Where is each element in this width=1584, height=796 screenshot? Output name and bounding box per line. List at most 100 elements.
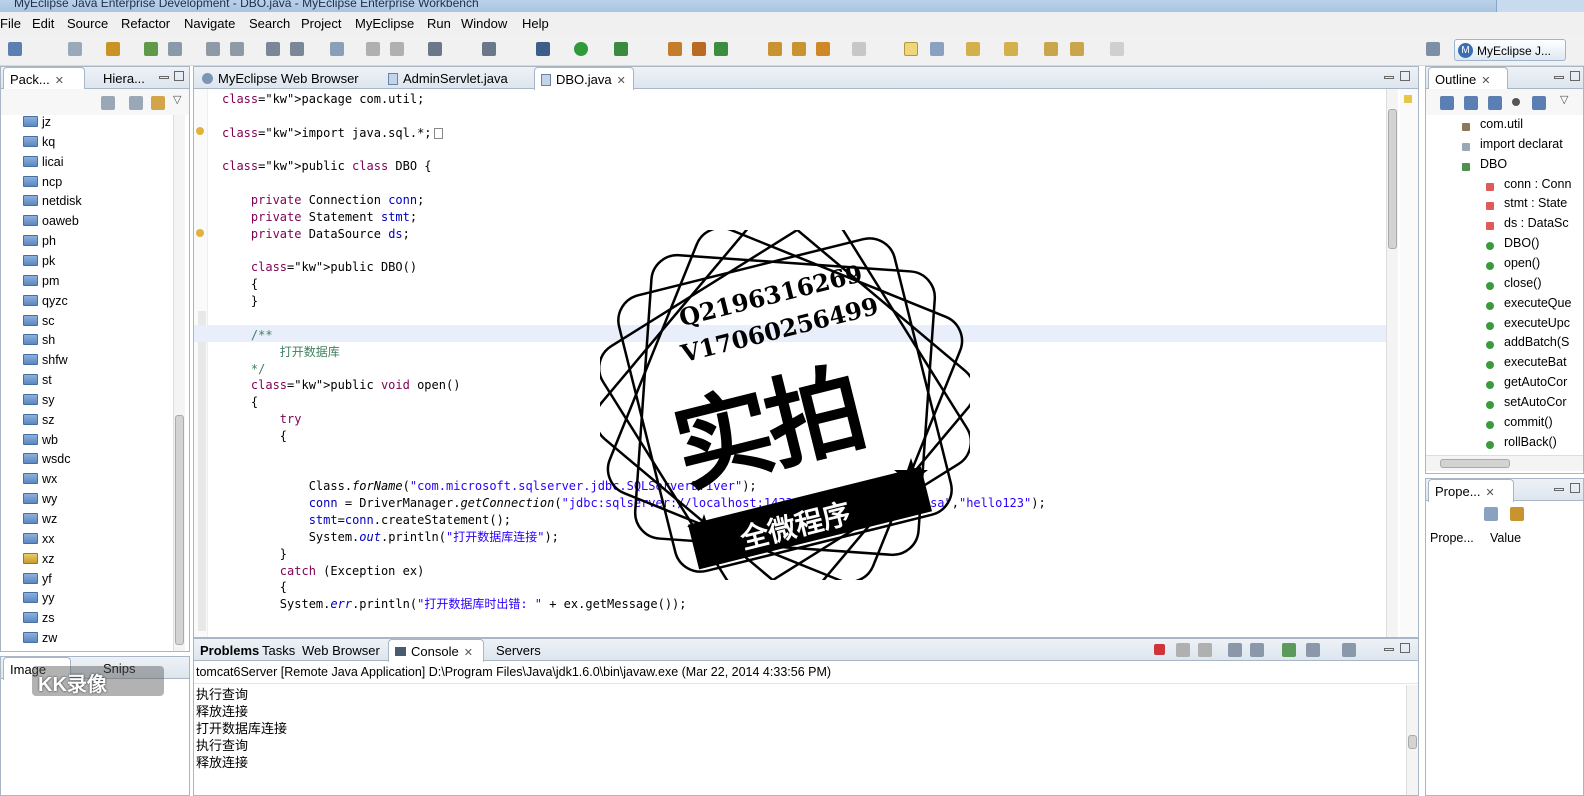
code-line[interactable]: [222, 310, 1046, 327]
code-line[interactable]: [222, 243, 1046, 260]
code-line[interactable]: class="kw">public DBO(): [222, 259, 1046, 276]
close-icon[interactable]: ✕: [1486, 487, 1495, 499]
maximize-icon[interactable]: [1570, 71, 1580, 81]
clear-console-icon[interactable]: [1228, 643, 1242, 657]
code-line[interactable]: class="kw">public class DBO {: [222, 158, 1046, 175]
code-line[interactable]: */: [222, 361, 1046, 378]
code-line[interactable]: stmt=conn.createStatement();: [222, 512, 1046, 529]
scroll-lock-icon[interactable]: [1250, 643, 1264, 657]
forward-icon[interactable]: [1070, 42, 1084, 56]
hide-local-types-icon[interactable]: [1532, 96, 1546, 110]
code-line[interactable]: [222, 108, 1046, 125]
outline-item[interactable]: addBatch(S: [1504, 335, 1569, 349]
menu-help[interactable]: Help: [522, 16, 549, 31]
close-icon[interactable]: ✕: [464, 647, 473, 659]
outline-item[interactable]: setAutoCor: [1504, 395, 1567, 409]
outline-item[interactable]: executeUpc: [1504, 316, 1570, 330]
tab-tasks[interactable]: Tasks: [256, 639, 301, 661]
open-resource-icon[interactable]: [482, 42, 496, 56]
outline-item[interactable]: ds : DataSc: [1504, 216, 1569, 230]
editor-scrollbar-thumb[interactable]: [1388, 109, 1397, 249]
new-package-icon[interactable]: [692, 42, 706, 56]
tab-web-browser[interactable]: MyEclipse Web Browser: [196, 67, 365, 89]
code-line[interactable]: {: [222, 276, 1046, 293]
deploy-icon[interactable]: [106, 42, 120, 56]
package-item[interactable]: pk: [23, 254, 55, 274]
menu-edit[interactable]: Edit: [32, 16, 54, 31]
properties-col-property[interactable]: Prope...: [1430, 531, 1474, 545]
tab-console[interactable]: Console ✕: [388, 639, 484, 662]
show-whitespace-icon[interactable]: [930, 42, 944, 56]
terminate-icon[interactable]: [1154, 644, 1165, 655]
hide-static-icon[interactable]: [1488, 96, 1502, 110]
menu-window[interactable]: Window: [461, 16, 507, 31]
save-icon[interactable]: [68, 42, 82, 56]
code-line[interactable]: {: [222, 428, 1046, 445]
outline-item[interactable]: executeQue: [1504, 296, 1571, 310]
package-item[interactable]: yy: [23, 591, 55, 611]
code-line[interactable]: class="kw">package com.util;: [222, 91, 1046, 108]
maximize-icon[interactable]: [1570, 483, 1580, 493]
link-editor-icon[interactable]: [151, 96, 165, 110]
forward-disabled-icon[interactable]: [1110, 42, 1124, 56]
toggle-mark-icon[interactable]: [904, 42, 918, 56]
code-line[interactable]: class="kw">import java.sql.*;: [222, 125, 1046, 142]
search-icon[interactable]: [714, 42, 728, 56]
overview-marker[interactable]: [1404, 95, 1412, 103]
minimize-icon[interactable]: [1384, 648, 1394, 651]
open-console-icon[interactable]: [1342, 643, 1356, 657]
menu-run[interactable]: Run: [427, 16, 451, 31]
code-area[interactable]: class="kw">package com.util; class="kw">i…: [222, 91, 1046, 613]
next-annotation-icon[interactable]: [966, 42, 980, 56]
package-item[interactable]: wy: [23, 492, 57, 512]
advanced-icon[interactable]: [1510, 507, 1524, 521]
package-item[interactable]: st: [23, 373, 52, 393]
package-item[interactable]: yf: [23, 572, 52, 592]
outline-hscrollbar[interactable]: [1426, 455, 1583, 471]
code-line[interactable]: [222, 445, 1046, 462]
open-perspective-icon[interactable]: [1426, 42, 1440, 56]
task-icon[interactable]: [768, 42, 782, 56]
package-item[interactable]: qyzc: [23, 294, 68, 314]
package-item[interactable]: wsdc: [23, 452, 70, 472]
menu-refactor[interactable]: Refactor: [121, 16, 170, 31]
code-line[interactable]: }: [222, 293, 1046, 310]
open-perspective-tool-icon[interactable]: [816, 42, 830, 56]
package-item[interactable]: ncp: [23, 175, 62, 195]
tab-outline[interactable]: Outline ✕: [1428, 67, 1508, 90]
package-item[interactable]: sc: [23, 314, 55, 334]
outline-item[interactable]: close(): [1504, 276, 1542, 290]
tab-dbo-java[interactable]: DBO.java ✕: [534, 67, 634, 90]
console-scrollbar[interactable]: [1406, 685, 1418, 795]
view-menu-icon[interactable]: ▽: [173, 93, 181, 106]
outline-item[interactable]: open(): [1504, 256, 1540, 270]
tab-properties[interactable]: Prope... ✕: [1428, 479, 1514, 502]
close-icon[interactable]: ✕: [55, 75, 64, 87]
package-item[interactable]: xx: [23, 532, 55, 552]
package-item[interactable]: kq: [23, 135, 55, 155]
package-item[interactable]: sy: [23, 393, 55, 413]
package-item[interactable]: sz: [23, 413, 55, 433]
pin-console-icon[interactable]: [1282, 643, 1296, 657]
package-item[interactable]: jz: [23, 115, 51, 135]
remove-launch-icon[interactable]: [1176, 643, 1190, 657]
open-type-icon[interactable]: [428, 42, 442, 56]
outline-item[interactable]: executeBat: [1504, 355, 1567, 369]
minimize-icon[interactable]: [1384, 76, 1394, 79]
minimize-icon[interactable]: [1554, 488, 1564, 491]
debug-icon[interactable]: [536, 42, 550, 56]
package-item[interactable]: ph: [23, 234, 56, 254]
outline-item[interactable]: conn : Conn: [1504, 177, 1571, 191]
categories-icon[interactable]: [1484, 507, 1498, 521]
code-line[interactable]: [222, 175, 1046, 192]
new-icon[interactable]: [8, 42, 22, 56]
menu-source[interactable]: Source: [67, 16, 108, 31]
outline-item[interactable]: getAutoCor: [1504, 375, 1567, 389]
refresh-icon[interactable]: [366, 42, 380, 56]
outline-item[interactable]: import declarat: [1480, 137, 1563, 151]
stop-icon[interactable]: [390, 42, 404, 56]
maximize-icon[interactable]: [174, 71, 184, 81]
display-console-icon[interactable]: [1306, 643, 1320, 657]
tool3-icon[interactable]: [266, 42, 280, 56]
outline-item[interactable]: DBO(): [1504, 236, 1539, 250]
